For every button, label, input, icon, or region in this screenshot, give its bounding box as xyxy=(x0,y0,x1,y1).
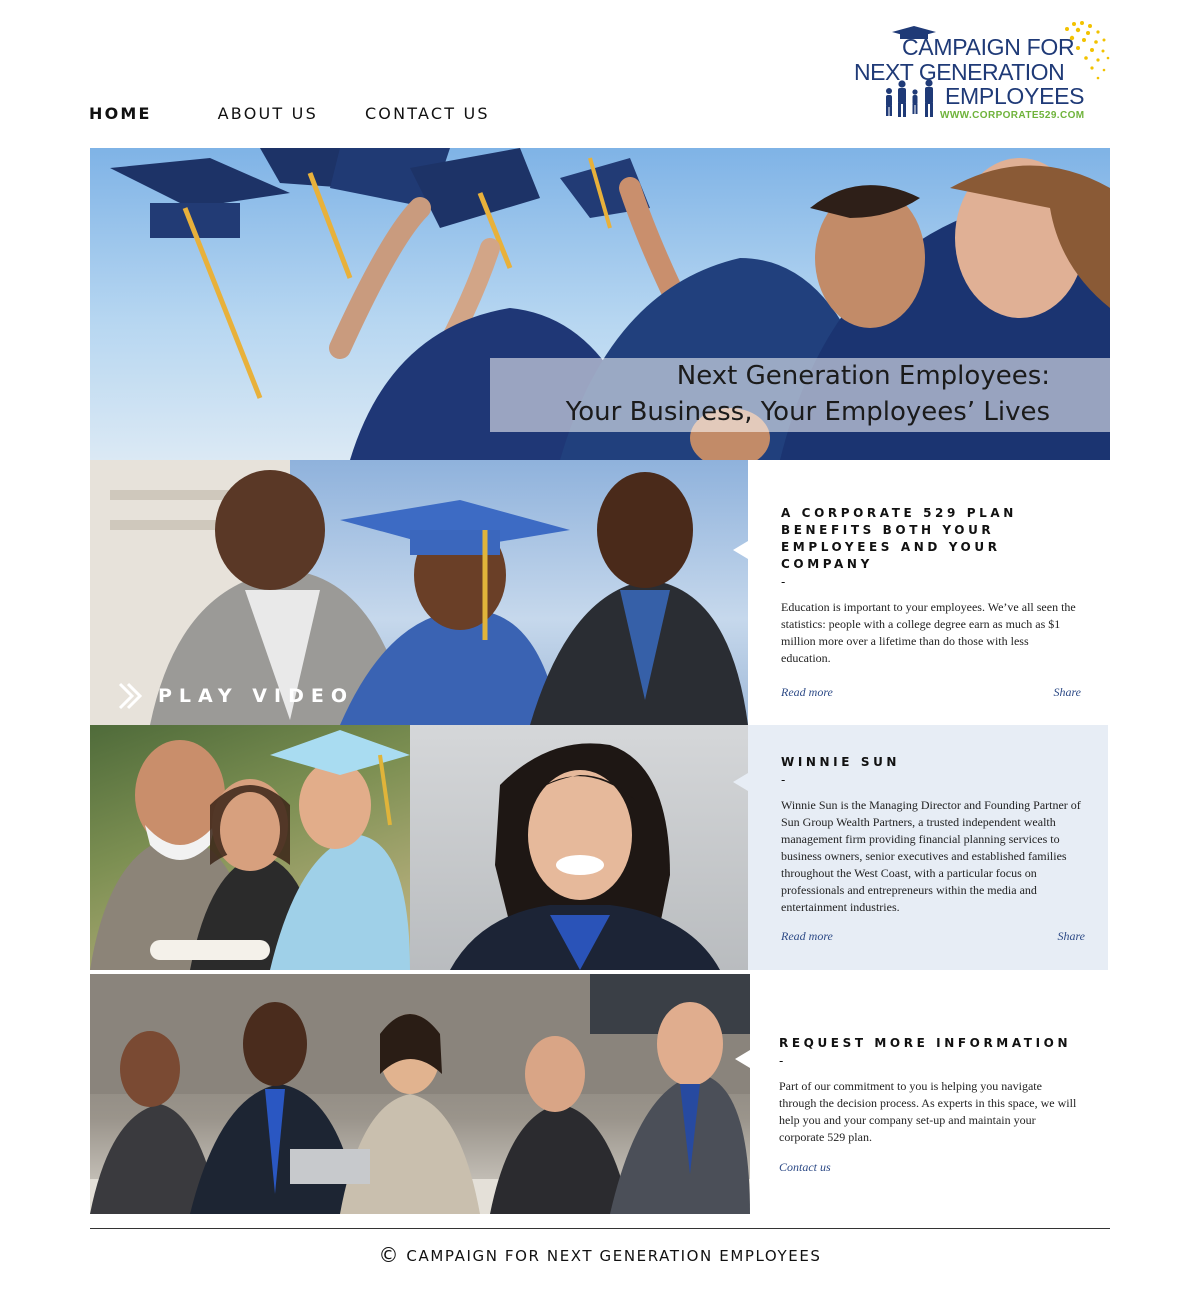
footer-text: CAMPAIGN FOR NEXT GENERATION EMPLOYEES xyxy=(406,1247,822,1265)
logo-text-line1: CAMPAIGN FOR xyxy=(902,34,1075,60)
site-logo[interactable]: CAMPAIGN FOR NEXT GENERATION EMPLOYEES W… xyxy=(852,18,1114,126)
hero-title-line1: Next Generation Employees: xyxy=(676,361,1050,391)
section-corporate-529: A CORPORATE 529 PLAN BENEFITS BOTH YOUR … xyxy=(781,505,1081,700)
hero-title-line2: Your Business, Your Employees’ Lives xyxy=(565,397,1050,427)
nav-home-link[interactable]: HOME xyxy=(89,104,152,123)
read-more-link[interactable]: Read more xyxy=(781,685,833,700)
play-video-label: PLAY VIDEO xyxy=(158,685,354,707)
share-link[interactable]: Share xyxy=(1057,929,1085,944)
business-team-image xyxy=(90,974,750,1214)
copyright-icon: © xyxy=(378,1243,401,1267)
hero-graduation-image: Next Generation Employees: Your Business… xyxy=(90,148,1110,460)
section-heading: A CORPORATE 529 PLAN BENEFITS BOTH YOUR … xyxy=(781,506,1017,571)
section-body: Winnie Sun is the Managing Director and … xyxy=(781,798,1081,914)
pointer-notch xyxy=(733,773,748,791)
portrait-illustration xyxy=(450,743,720,970)
winnie-sun-portrait-image xyxy=(410,725,748,970)
play-video-button[interactable]: PLAY VIDEO xyxy=(116,682,354,710)
contact-us-link[interactable]: Contact us xyxy=(779,1160,831,1175)
family-graduation-image xyxy=(90,725,410,970)
main-nav: HOME ABOUT US CONTACT US xyxy=(89,104,490,123)
section-request-info: REQUEST MORE INFORMATION - Part of our c… xyxy=(779,1035,1079,1175)
section-dash: - xyxy=(779,1054,784,1068)
logo-text-line2: NEXT GENERATION xyxy=(854,59,1065,85)
share-link[interactable]: Share xyxy=(1053,685,1081,700)
footer-divider xyxy=(90,1228,1110,1229)
nav-contact-link[interactable]: CONTACT US xyxy=(365,104,490,123)
family-photo-illustration xyxy=(90,730,410,970)
chevron-right-icon xyxy=(118,682,143,710)
team-photo-illustration xyxy=(90,974,750,1214)
section-body: Part of our commitment to you is helping… xyxy=(779,1079,1077,1144)
section-dash: - xyxy=(781,575,786,589)
logo-url: WWW.CORPORATE529.COM xyxy=(940,110,1085,121)
footer: © CAMPAIGN FOR NEXT GENERATION EMPLOYEES xyxy=(0,1243,1200,1267)
read-more-link[interactable]: Read more xyxy=(781,929,833,944)
logo-text-line3: EMPLOYEES xyxy=(945,83,1085,109)
section-links: Contact us xyxy=(779,1160,1079,1175)
section-dash: - xyxy=(781,773,786,787)
hero-caption-box: Next Generation Employees: Your Business… xyxy=(490,358,1110,432)
family-graduation-video-image: PLAY VIDEO xyxy=(90,460,748,725)
hero-title: Next Generation Employees: Your Business… xyxy=(566,358,1050,430)
section-heading: WINNIE SUN xyxy=(781,755,901,769)
pointer-notch xyxy=(735,1050,750,1068)
section-body: Education is important to your employees… xyxy=(781,600,1076,665)
section-links: Read more Share xyxy=(781,685,1081,700)
pointer-notch xyxy=(733,541,748,559)
nav-about-link[interactable]: ABOUT US xyxy=(218,104,318,123)
section-heading: REQUEST MORE INFORMATION xyxy=(779,1036,1072,1050)
section-winnie-sun: WINNIE SUN - Winnie Sun is the Managing … xyxy=(781,754,1085,944)
section-links: Read more Share xyxy=(781,929,1085,944)
